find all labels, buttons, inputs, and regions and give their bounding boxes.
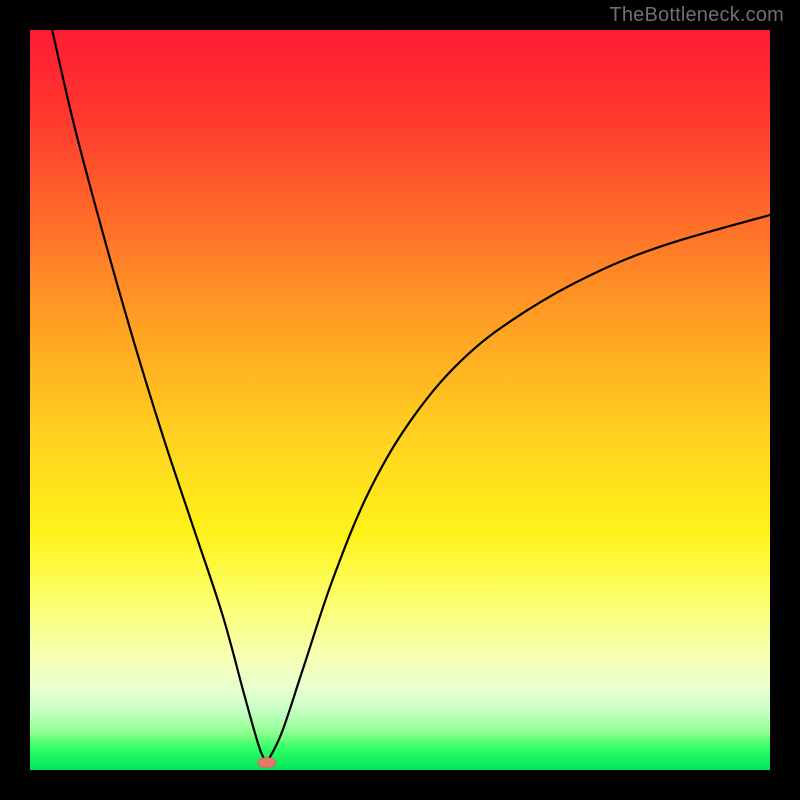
minimum-marker xyxy=(258,758,276,768)
curve-svg xyxy=(30,30,770,770)
curve-right-branch xyxy=(267,215,770,763)
plot-area xyxy=(30,30,770,770)
chart-frame: TheBottleneck.com xyxy=(0,0,800,800)
curve-left-branch xyxy=(52,30,267,763)
watermark-text: TheBottleneck.com xyxy=(609,4,784,27)
